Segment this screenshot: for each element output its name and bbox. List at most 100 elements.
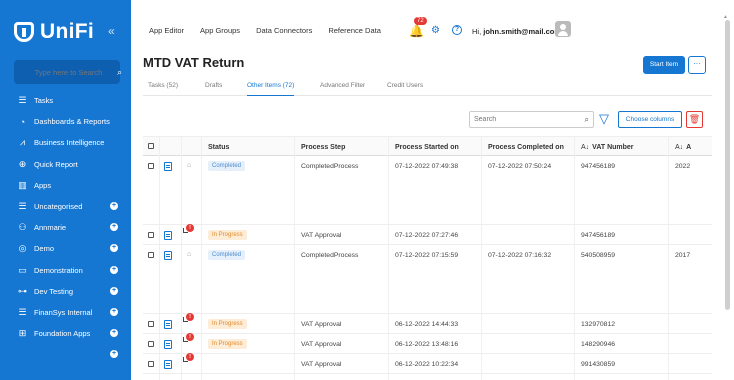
monitor-icon: ▭ (18, 264, 27, 275)
topnav-link[interactable]: App Editor (149, 26, 184, 35)
column-header[interactable]: Process Completed on (488, 144, 564, 151)
document-icon[interactable] (164, 340, 172, 349)
tab-item[interactable]: Other Items (72) (247, 82, 295, 96)
lock-icon: ⌂ (187, 251, 192, 258)
add-icon[interactable]: + (110, 265, 118, 274)
topnav-link[interactable]: Data Connectors (256, 26, 312, 35)
column-header-label: Process Step (301, 144, 346, 151)
delete-button[interactable]: 🗑 (686, 111, 703, 128)
logo[interactable]: UniFi (14, 20, 94, 44)
gear-icon[interactable]: ⚙ (431, 25, 440, 36)
sort-icon[interactable]: A↓ (581, 144, 589, 151)
sidebar-item-label: Apps (34, 180, 52, 190)
greeting-prefix: Hi, (472, 27, 484, 36)
status-badge: In Progress (208, 339, 247, 349)
page-title: MTD VAT Return (143, 55, 245, 70)
row-checkbox[interactable] (148, 163, 154, 169)
document-icon[interactable] (164, 360, 172, 369)
process-step-cell: CompletedProcess (301, 252, 359, 259)
filter-icon[interactable]: ▽ (599, 111, 609, 127)
table-row[interactable]: ! VAT Approval 06-12-2022 10:22:34 99143085… (143, 353, 712, 374)
row-checkbox[interactable] (148, 361, 154, 367)
choose-columns-button[interactable]: Choose columns (618, 111, 682, 128)
search-icon[interactable]: ⌕ (585, 115, 589, 125)
sidebar-item-label: Dashboards & Reports (34, 117, 110, 127)
help-icon[interactable]: ? (452, 25, 462, 35)
user-email: john.smith@mail.com (483, 27, 561, 36)
started-on-cell: 06-12-2022 14:44:33 (395, 321, 459, 328)
bell-icon[interactable]: 🔔 (409, 24, 424, 38)
add-icon[interactable]: + (110, 223, 118, 232)
sidebar-item[interactable]: ☰ Uncategorised + (0, 196, 131, 217)
add-icon[interactable]: + (110, 329, 118, 338)
process-step-cell: CompletedProcess (301, 163, 359, 170)
more-options-button[interactable]: ··· (688, 56, 706, 74)
table-row[interactable]: ⌂ Completed CompletedProcess 07-12-2022 07:… (143, 245, 712, 314)
row-checkbox[interactable] (148, 341, 154, 347)
tab-item[interactable]: Advanced Filter (320, 82, 365, 96)
sidebar-item[interactable]: ⚇ Annmarie + (0, 217, 131, 238)
table-row[interactable]: ! In Progress VAT Approval 06-12-2022 13:48… (143, 333, 712, 354)
column-header[interactable]: A↓ A (675, 144, 691, 151)
add-icon[interactable]: + (110, 307, 118, 316)
table-row[interactable]: ! In Progress VAT Approval 07-12-2022 07:27… (143, 224, 712, 245)
column-header[interactable]: A↓ VAT Number (581, 144, 634, 151)
select-all-checkbox[interactable] (148, 143, 154, 149)
grid-search[interactable]: ⌕ (469, 111, 594, 128)
sidebar-item[interactable]: ◔ Dashboards & Reports (0, 111, 131, 132)
document-icon[interactable] (164, 162, 172, 171)
completed-on-cell: 07-12-2022 07:16:32 (488, 252, 552, 259)
sidebar-item[interactable]: ☰ FinanSys Internal + (0, 302, 131, 323)
started-on-cell: 07-12-2022 07:27:46 (395, 232, 459, 239)
row-checkbox[interactable] (148, 321, 154, 327)
tab-item[interactable]: Tasks (52) (148, 82, 178, 96)
document-icon[interactable] (164, 251, 172, 260)
sidebar-item[interactable]: ◎ Demo + (0, 238, 131, 259)
document-icon[interactable] (164, 231, 172, 240)
completed-on-cell: 07-12-2022 07:50:24 (488, 163, 552, 170)
status-badge: In Progress (208, 230, 247, 240)
notification-count-badge: 72 (414, 17, 427, 25)
vat-number-cell: 991430859 (581, 361, 616, 368)
process-step-cell: VAT Approval (301, 232, 342, 239)
sidebar-search-input[interactable] (20, 67, 117, 77)
table-row[interactable]: ⌂ Completed CompletedProcess 07-12-2022 07:… (143, 156, 712, 225)
tab-item[interactable]: Credit Users (387, 82, 423, 96)
table-row[interactable]: ! In Progress VAT Approval 06-12-2022 14:44… (143, 313, 712, 334)
sidebar-item[interactable]: ▥ Apps (0, 175, 131, 196)
sidebar-item[interactable]: ⊞ Foundation Apps + (0, 323, 131, 344)
column-header[interactable]: Process Started on (395, 144, 459, 151)
start-item-button[interactable]: Start Item (643, 56, 685, 74)
collapse-sidebar-icon[interactable]: « (108, 24, 115, 38)
topnav-link[interactable]: App Groups (200, 26, 240, 35)
tab-item[interactable]: Drafts (205, 82, 222, 96)
column-header[interactable]: Process Step (301, 144, 345, 151)
vertical-scrollbar[interactable] (725, 20, 730, 310)
column-header[interactable]: Status (208, 144, 229, 151)
row-checkbox[interactable] (148, 252, 154, 258)
sidebar: UniFi « ⌕ ☰ Tasks ◔ Dashboards & Reports ⩘ Bu… (0, 0, 131, 380)
tabs: Tasks (52) Drafts Other Items (72) Advanced… (143, 82, 712, 96)
sidebar-search[interactable]: ⌕ (14, 60, 122, 84)
add-icon[interactable]: + (110, 286, 118, 295)
sidebar-item[interactable]: ⊕ Quick Report (0, 154, 131, 175)
sidebar-item[interactable]: ⊶ Dev Testing + (0, 281, 131, 302)
add-icon[interactable]: + (110, 244, 118, 253)
sidebar-item[interactable]: ▭ Demonstration + (0, 260, 131, 281)
vat-number-cell: 148290946 (581, 341, 616, 348)
sidebar-item-label: Tasks (34, 96, 54, 106)
started-on-cell: 06-12-2022 10:22:34 (395, 361, 459, 368)
avatar[interactable] (555, 21, 571, 37)
sidebar-item-label: Quick Report (34, 159, 78, 169)
add-icon[interactable]: + (110, 350, 118, 359)
topnav-link[interactable]: Reference Data (328, 26, 381, 35)
add-icon[interactable]: + (110, 201, 118, 210)
row-checkbox[interactable] (148, 232, 154, 238)
sort-icon[interactable]: A↓ (675, 144, 683, 151)
search-icon[interactable]: ⌕ (117, 67, 122, 78)
sidebar-item[interactable]: + (0, 344, 131, 365)
sidebar-item[interactable]: ☰ Tasks (0, 90, 131, 111)
sidebar-item[interactable]: ⩘ Business Intelligence (0, 132, 131, 153)
document-icon[interactable] (164, 320, 172, 329)
grid-search-input[interactable] (474, 116, 585, 123)
